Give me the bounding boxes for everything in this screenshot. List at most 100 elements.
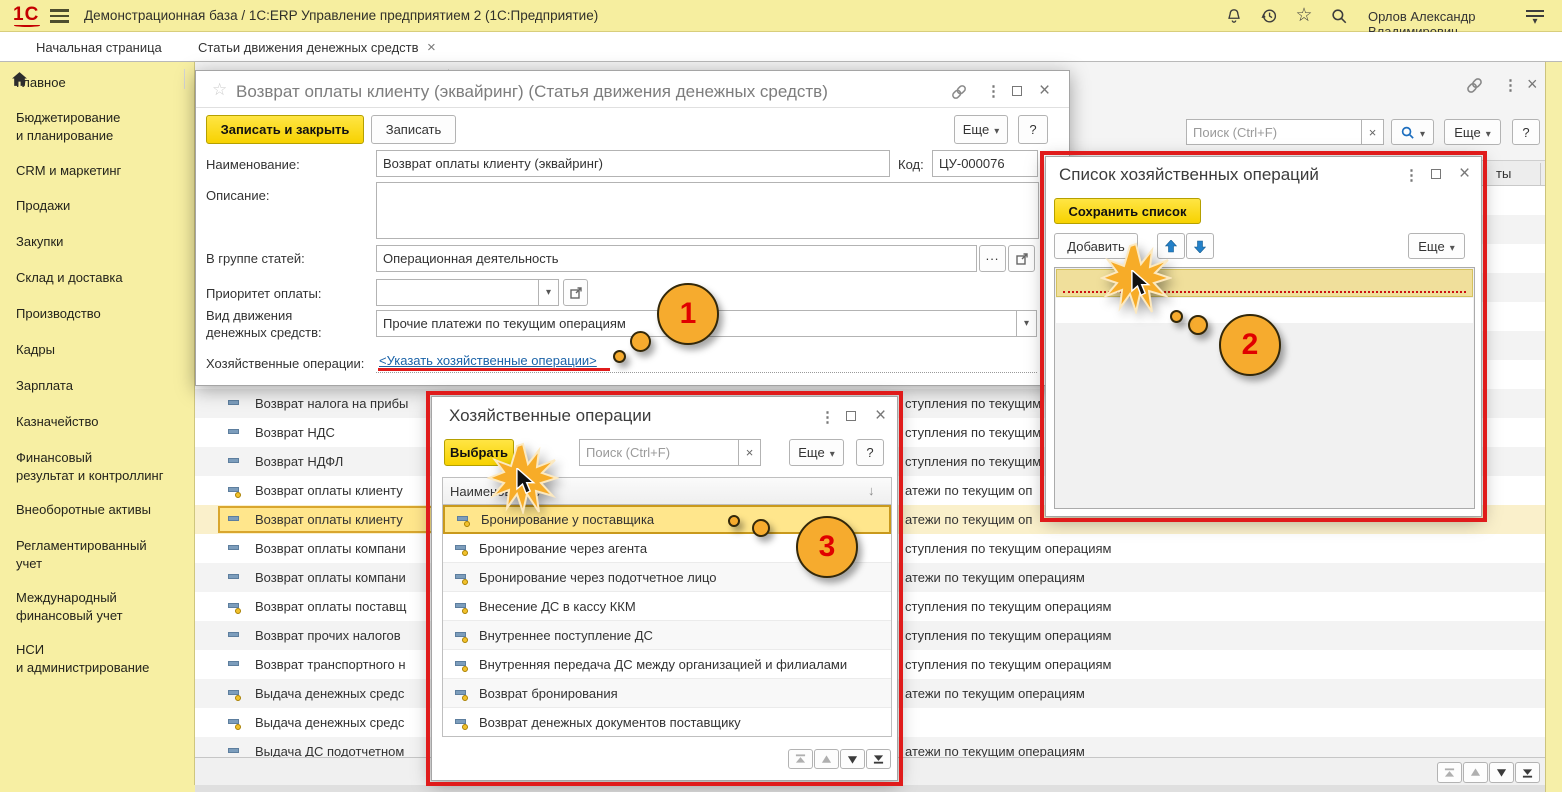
tab-home[interactable]: Начальная страница — [36, 40, 162, 55]
priority-combo[interactable] — [376, 279, 559, 306]
list-help-button[interactable]: ? — [1512, 119, 1540, 145]
row-movement-type: атежи по текущим оп — [905, 512, 1033, 527]
group-input[interactable]: Операционная деятельность — [376, 245, 977, 272]
row-name: Выдача ДС подотчетном — [255, 744, 405, 757]
row-movement-type: ступления по текущим операциям — [905, 657, 1112, 672]
sidebar-item[interactable]: Казначейство — [16, 413, 188, 431]
chevron-down-icon — [1420, 125, 1425, 140]
1c-logo-swoosh-icon — [14, 24, 40, 27]
priority-open-icon[interactable] — [563, 279, 588, 306]
sidebar-item[interactable]: Бюджетирование и планирование — [16, 109, 188, 145]
search-button[interactable] — [1391, 119, 1434, 145]
service-menu-icon[interactable]: ▾ — [1526, 7, 1544, 27]
item-flag-icon — [228, 746, 243, 757]
sidebar-item[interactable]: Регламентированный учет — [16, 537, 188, 573]
sidebar-item[interactable]: НСИ и администрирование — [16, 641, 188, 677]
main-menu-icon[interactable] — [50, 6, 69, 26]
dialog-more-icon[interactable] — [986, 82, 1001, 100]
sidebar-item[interactable]: Финансовый результат и контроллинг — [16, 449, 188, 485]
description-label: Описание: — [206, 188, 270, 203]
name-label: Наименование: — [206, 157, 300, 172]
priority-label: Приоритет оплаты: — [206, 286, 322, 301]
group-open-icon[interactable] — [1008, 245, 1035, 272]
row-name: Выдача денежных средс — [255, 686, 405, 701]
sidebar-item[interactable]: Склад и доставка — [16, 269, 188, 287]
top-bar: 1С Демонстрационная база / 1С:ERP Управл… — [0, 0, 1562, 39]
row-movement-type: атежи по текущим оп — [905, 483, 1033, 498]
code-label: Код: — [898, 157, 924, 172]
description-textarea[interactable] — [376, 182, 1039, 239]
sidebar-item[interactable]: Кадры — [16, 341, 188, 359]
code-input[interactable]: ЦУ-000076 — [932, 150, 1038, 177]
maximize-icon[interactable] — [1012, 86, 1022, 96]
item-flag-dot-icon — [228, 717, 243, 730]
row-name: Возврат НДФЛ — [255, 454, 344, 469]
group-select-button[interactable] — [979, 245, 1006, 272]
click-starburst-icon — [1100, 242, 1172, 314]
name-input[interactable]: Возврат оплаты клиенту (эквайринг) — [376, 150, 890, 177]
app-window: 1С Демонстрационная база / 1С:ERP Управл… — [0, 0, 1562, 792]
sidebar-item[interactable]: Внеоборотные активы — [16, 501, 188, 519]
annotation-dot — [630, 331, 651, 352]
sidebar-item[interactable]: CRM и маркетинг — [16, 162, 188, 180]
annotation-badge-1: 1 — [657, 283, 719, 345]
sidebar-item[interactable]: Международный финансовый учет — [16, 589, 188, 625]
tab-active[interactable]: Статьи движения денежных средств — [198, 40, 419, 55]
annotation-badge-2: 2 — [1219, 314, 1281, 376]
item-flag-icon — [228, 630, 243, 642]
favorites-star-icon[interactable] — [1293, 4, 1315, 26]
search-clear-icon[interactable]: × — [1361, 120, 1383, 144]
operations-label: Хозяйственные операции: — [206, 356, 365, 371]
row-movement-type: атежи по текущим операциям — [905, 744, 1085, 757]
sidebar-item[interactable]: Продажи — [16, 197, 188, 215]
chevron-down-icon[interactable] — [1016, 311, 1036, 336]
form-help-button[interactable]: ? — [1018, 115, 1048, 144]
list-more-button[interactable]: Еще — [1444, 119, 1501, 145]
cursor-icon — [516, 468, 536, 495]
save-and-close-button[interactable]: Записать и закрыть — [206, 115, 364, 144]
go-last-button[interactable] — [1515, 762, 1540, 783]
dialog-title: Возврат оплаты клиенту (эквайринг) (Стат… — [236, 82, 828, 101]
global-search-icon[interactable] — [1328, 5, 1350, 27]
sidebar-item[interactable]: Закупки — [16, 233, 188, 251]
annotation-underline — [378, 368, 610, 371]
item-flag-icon — [228, 514, 243, 526]
window-more-icon[interactable] — [1503, 76, 1518, 94]
notifications-bell-icon[interactable] — [1223, 5, 1245, 27]
annotation-badge-3: 3 — [796, 516, 858, 578]
row-movement-type: атежи по текущим операциям — [905, 570, 1085, 585]
favorite-star-icon[interactable] — [212, 80, 227, 100]
chevron-down-icon[interactable] — [538, 280, 558, 305]
item-flag-icon — [228, 398, 243, 410]
save-button[interactable]: Записать — [371, 115, 456, 144]
tab-close-icon[interactable] — [427, 39, 436, 56]
list-search-input[interactable]: Поиск (Ctrl+F) × — [1186, 119, 1384, 145]
cursor-icon — [1131, 270, 1151, 297]
dialog-close-icon[interactable] — [1039, 80, 1050, 102]
window-title: Демонстрационная база / 1С:ERP Управлени… — [84, 8, 599, 23]
go-down-button[interactable] — [1489, 762, 1514, 783]
tab-bar: Начальная страница Статьи движения денеж… — [0, 32, 1562, 89]
go-first-button[interactable] — [1437, 762, 1462, 783]
item-flag-dot-icon — [228, 601, 243, 614]
home-icon[interactable] — [11, 71, 28, 87]
link-icon[interactable] — [1466, 77, 1483, 94]
window-frame-bottom — [195, 785, 1545, 792]
operations-field-underline — [376, 372, 1037, 373]
sidebar-item[interactable]: Производство — [16, 305, 188, 323]
go-up-button[interactable] — [1463, 762, 1488, 783]
sidebar-item[interactable]: Зарплата — [16, 377, 188, 395]
item-flag-icon — [228, 543, 243, 555]
chevron-down-icon — [1486, 125, 1491, 140]
annotation-dot — [728, 515, 740, 527]
get-link-icon[interactable] — [951, 84, 967, 100]
window-close-icon[interactable] — [1527, 74, 1538, 95]
sidebar-item[interactable]: Главное — [16, 74, 188, 92]
history-icon[interactable] — [1258, 5, 1280, 27]
row-movement-type: ступления по текущим операциям — [905, 599, 1112, 614]
form-more-button[interactable]: Еще — [954, 115, 1008, 144]
group-label: В группе статей: — [206, 251, 305, 266]
row-name: Возврат оплаты клиенту — [255, 512, 403, 527]
row-movement-type: ступления по текущим операциям — [905, 628, 1112, 643]
specify-operations-link[interactable]: <Указать хозяйственные операции> — [379, 353, 597, 368]
